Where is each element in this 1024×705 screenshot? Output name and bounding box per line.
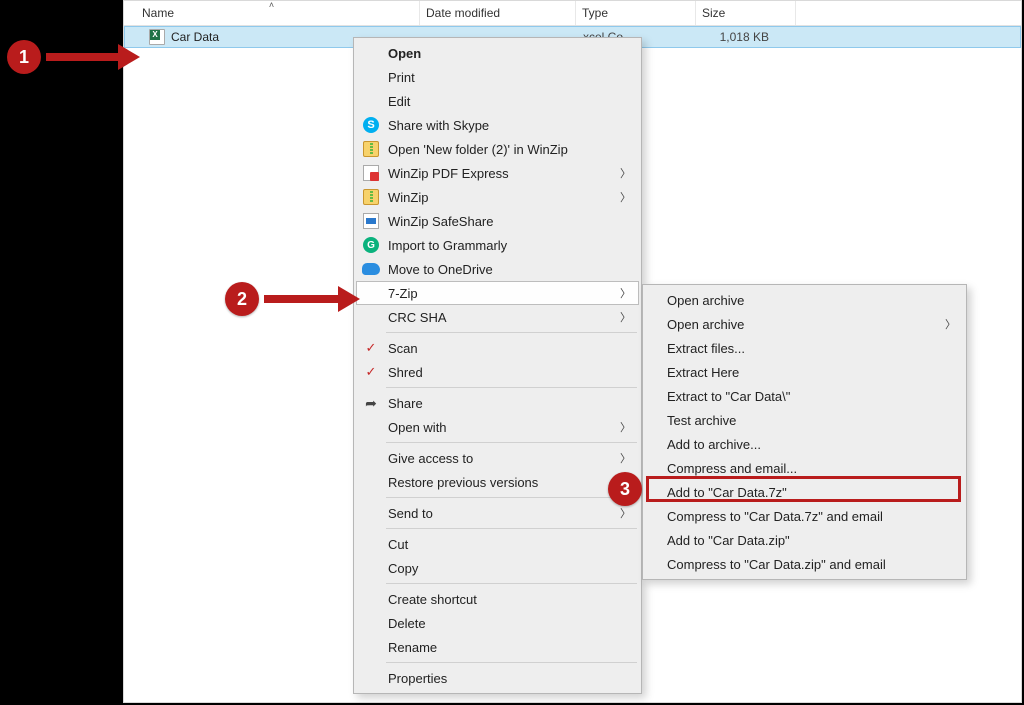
submenu-compress-zip-email[interactable]: Compress to "Car Data.zip" and email: [645, 552, 964, 576]
menu-open[interactable]: Open: [356, 41, 639, 65]
column-size-label: Size: [702, 6, 725, 20]
menu-copy[interactable]: Copy: [356, 556, 639, 580]
menu-winzip-safeshare[interactable]: WinZip SafeShare: [356, 209, 639, 233]
submenu-extract-to[interactable]: Extract to "Car Data\": [645, 384, 964, 408]
submenu-open-archive-2[interactable]: Open archive 〉: [645, 312, 964, 336]
column-date-header[interactable]: Date modified: [420, 1, 576, 25]
menu-import-grammarly[interactable]: G Import to Grammarly: [356, 233, 639, 257]
file-size-cell: 1,018 KB: [697, 30, 797, 44]
menu-shred[interactable]: ✓ Shred: [356, 360, 639, 384]
menu-move-onedrive[interactable]: Move to OneDrive: [356, 257, 639, 281]
annotation-step-3: 3: [608, 472, 642, 506]
column-header-row: Name ˄ Date modified Type Size: [124, 1, 1021, 26]
menu-winzip[interactable]: WinZip 〉: [356, 185, 639, 209]
annotation-arrow-1: [46, 47, 140, 67]
winzip-safeshare-icon: [362, 212, 380, 230]
menu-crc-sha[interactable]: CRC SHA 〉: [356, 305, 639, 329]
column-name-header[interactable]: Name ˄: [124, 1, 420, 25]
submenu-arrow-icon: 〉: [620, 419, 631, 435]
menu-give-access[interactable]: Give access to 〉: [356, 446, 639, 470]
share-icon: ➦: [362, 394, 380, 412]
submenu-open-archive[interactable]: Open archive: [645, 288, 964, 312]
file-name-label: Car Data: [171, 30, 219, 44]
menu-open-with[interactable]: Open with 〉: [356, 415, 639, 439]
mcafee-scan-icon: ✓: [362, 339, 380, 357]
submenu-add-zip[interactable]: Add to "Car Data.zip": [645, 528, 964, 552]
menu-separator: [386, 583, 637, 584]
menu-cut[interactable]: Cut: [356, 532, 639, 556]
menu-separator: [386, 332, 637, 333]
excel-file-icon: [149, 29, 165, 45]
menu-7zip[interactable]: 7-Zip 〉: [356, 281, 639, 305]
column-size-header[interactable]: Size: [696, 1, 796, 25]
submenu-extract-files[interactable]: Extract files...: [645, 336, 964, 360]
submenu-arrow-icon: 〉: [620, 165, 631, 181]
submenu-test-archive[interactable]: Test archive: [645, 408, 964, 432]
menu-edit[interactable]: Edit: [356, 89, 639, 113]
skype-icon: S: [362, 116, 380, 134]
submenu-arrow-icon: 〉: [620, 309, 631, 325]
menu-winzip-open-folder[interactable]: Open 'New folder (2)' in WinZip: [356, 137, 639, 161]
column-name-label: Name: [142, 6, 174, 20]
submenu-arrow-icon: 〉: [620, 450, 631, 466]
menu-separator: [386, 442, 637, 443]
submenu-arrow-icon: 〉: [620, 505, 631, 521]
submenu-extract-here[interactable]: Extract Here: [645, 360, 964, 384]
menu-separator: [386, 528, 637, 529]
menu-share-skype[interactable]: S Share with Skype: [356, 113, 639, 137]
annotation-step-1: 1: [7, 40, 41, 74]
winzip-pdf-icon: [362, 164, 380, 182]
submenu-compress-7z-email[interactable]: Compress to "Car Data.7z" and email: [645, 504, 964, 528]
submenu-arrow-icon: 〉: [620, 189, 631, 205]
column-date-label: Date modified: [426, 6, 500, 20]
column-type-header[interactable]: Type: [576, 1, 696, 25]
instruction-margin: [0, 0, 123, 705]
menu-delete[interactable]: Delete: [356, 611, 639, 635]
mcafee-shred-icon: ✓: [362, 363, 380, 381]
menu-scan[interactable]: ✓ Scan: [356, 336, 639, 360]
submenu-add-7z[interactable]: Add to "Car Data.7z": [645, 480, 964, 504]
menu-rename[interactable]: Rename: [356, 635, 639, 659]
menu-separator: [386, 497, 637, 498]
column-type-label: Type: [582, 6, 608, 20]
menu-separator: [386, 387, 637, 388]
submenu-compress-email[interactable]: Compress and email...: [645, 456, 964, 480]
menu-separator: [386, 662, 637, 663]
sevenzip-submenu: Open archive Open archive 〉 Extract file…: [642, 284, 967, 580]
menu-restore-versions[interactable]: Restore previous versions: [356, 470, 639, 494]
onedrive-icon: [362, 260, 380, 278]
submenu-add-to-archive[interactable]: Add to archive...: [645, 432, 964, 456]
menu-create-shortcut[interactable]: Create shortcut: [356, 587, 639, 611]
menu-winzip-pdf-express[interactable]: WinZip PDF Express 〉: [356, 161, 639, 185]
menu-share[interactable]: ➦ Share: [356, 391, 639, 415]
grammarly-icon: G: [362, 236, 380, 254]
menu-properties[interactable]: Properties: [356, 666, 639, 690]
context-menu: Open Print Edit S Share with Skype Open …: [353, 37, 642, 694]
annotation-step-2: 2: [225, 282, 259, 316]
submenu-arrow-icon: 〉: [945, 316, 956, 332]
winzip-icon: [362, 188, 380, 206]
sort-ascending-icon: ˄: [269, 0, 274, 10]
winzip-folder-icon: [362, 140, 380, 158]
submenu-arrow-icon: 〉: [620, 285, 631, 301]
annotation-arrow-2: [264, 289, 360, 309]
menu-print[interactable]: Print: [356, 65, 639, 89]
menu-send-to[interactable]: Send to 〉: [356, 501, 639, 525]
